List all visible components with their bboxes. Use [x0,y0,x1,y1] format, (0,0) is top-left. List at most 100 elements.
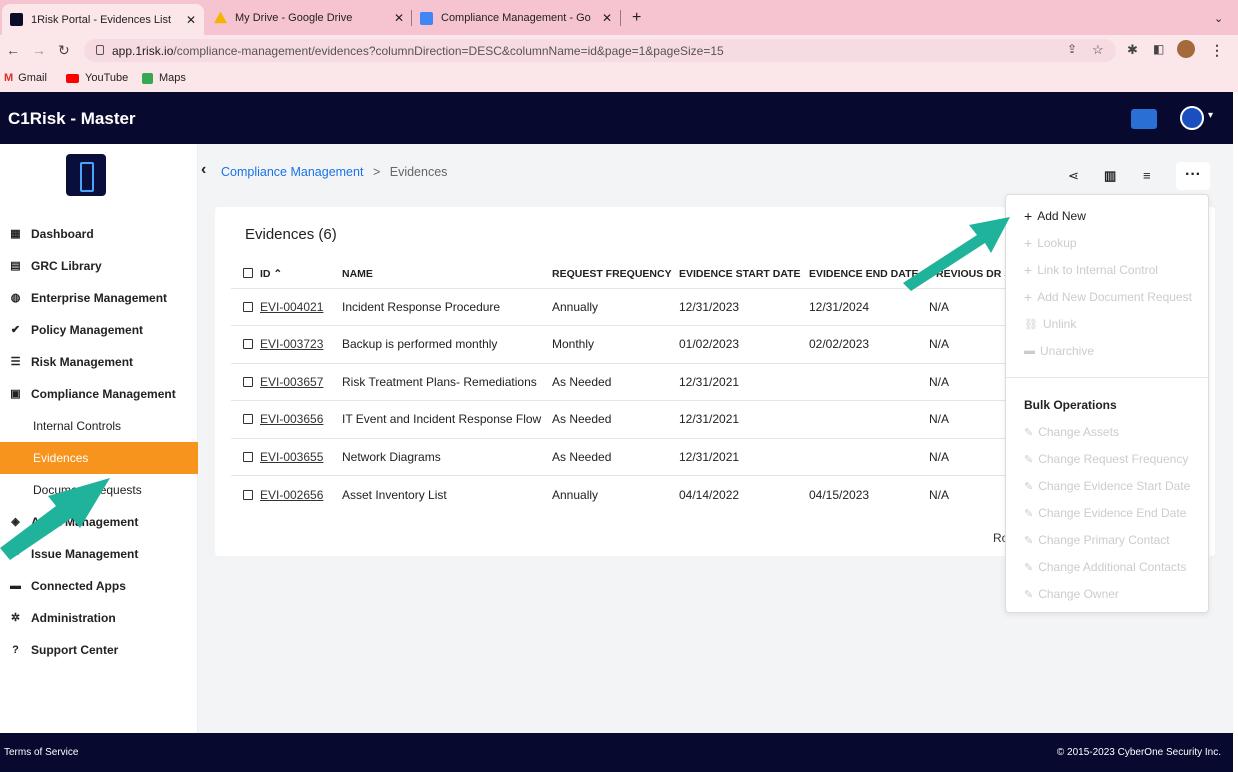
table-row[interactable]: EVI-003657 Risk Treatment Plans- Remediat… [231,362,1009,401]
evidence-id-link[interactable]: EVI-003656 [260,412,323,426]
copyright-text: © 2015-2023 CyberOne Security Inc. [1056,747,1221,758]
browser-tab-bar: 1Risk Portal - Evidences List ✕ My Drive… [0,0,1238,35]
folder-add-icon[interactable] [1131,109,1157,129]
collapse-sidebar-icon[interactable]: ‹ [201,161,206,179]
sidebar-item-connected-apps[interactable]: ▬ Connected Apps [0,570,198,602]
sidebar-item-grc-library[interactable]: ▤ GRC Library [0,250,198,282]
evidence-id-link[interactable]: EVI-002656 [260,488,323,502]
menu-item-add-new[interactable]: + Add New [1024,208,1086,224]
app-icon: ▬ [10,579,21,592]
menu-item-unlink[interactable]: ⛓ Unlink [1024,316,1076,332]
evidence-id-link[interactable]: EVI-003655 [260,450,323,464]
column-header-previous-dr-status[interactable]: PREVIOUS DR ST [929,260,1009,288]
reload-icon[interactable]: ↻ [58,42,70,59]
column-header-evidence-start-date[interactable]: EVIDENCE START DATE [679,260,809,288]
forward-icon[interactable]: → [32,42,46,58]
sidebar-subitem-internal-controls[interactable]: Internal Controls [0,410,198,442]
c1risk-logo [66,154,106,196]
folder-icon: ▬ [1024,345,1035,357]
table-row[interactable]: EVI-003655 Network Diagrams As Needed 12/31… [231,437,1009,476]
cell-end-date: 04/15/2023 [809,475,929,513]
menu-item-bulk-operation[interactable]: ✎ Change Assets [1024,424,1119,440]
menu-item-bulk-operation[interactable]: ✎ Change Owner [1024,586,1119,602]
columns-icon[interactable]: ▥ [1104,168,1116,184]
column-header-id[interactable]: ID ⌃ [231,260,342,288]
sidebar-item-label: Document Requests [33,483,142,497]
plus-icon: + [1024,262,1033,278]
sidebar-item-dashboard[interactable]: ▦ Dashboard [0,218,198,250]
evidence-id-link[interactable]: EVI-004021 [260,300,323,314]
bookmark-maps[interactable]: Maps [142,72,186,84]
close-tab-icon[interactable]: ✕ [186,13,196,27]
share-icon[interactable]: ⋖ [1068,168,1079,184]
sidebar-item-audit-management[interactable]: ◈ Audit Management [0,506,198,538]
extensions-icon[interactable]: ✱ [1127,42,1138,58]
evidence-id-link[interactable]: EVI-003723 [260,337,323,351]
filter-icon[interactable]: ≡ [1143,168,1151,183]
browser-menu-icon[interactable]: ⋮ [1210,42,1224,59]
menu-item-bulk-operation[interactable]: ✎ Change Request Frequency [1024,451,1188,467]
bookmark-star-icon[interactable]: ☆ [1092,42,1104,58]
user-avatar[interactable] [1180,106,1204,130]
app-header: C1Risk - Master [0,92,1233,144]
back-icon[interactable]: ← [6,42,20,58]
tab-google-drive[interactable]: My Drive - Google Drive ✕ [206,6,412,30]
tab-search-chevron-icon[interactable]: ⌄ [1206,6,1231,30]
share-page-icon[interactable]: ⇪ [1067,42,1077,56]
menu-item-bulk-operation[interactable]: ✎ Change Primary Contact [1024,532,1170,548]
table-row[interactable]: EVI-004021 Incident Response Procedure Ann… [231,287,1009,326]
table-row[interactable]: EVI-003723 Backup is performed monthly Mon… [231,325,1009,363]
sidebar-item-risk-management[interactable]: ☰ Risk Management [0,346,198,378]
sidebar-subitem-document-requests[interactable]: Document Requests [0,474,198,506]
url-path: /compliance-management/evidences?columnD… [173,43,724,58]
sidebar-subitem-evidences[interactable]: Evidences [0,442,198,474]
row-checkbox[interactable] [243,376,253,387]
close-tab-icon[interactable]: ✕ [602,11,612,25]
menu-item-bulk-operation[interactable]: ✎ Change Evidence End Date [1024,505,1186,521]
row-checkbox[interactable] [243,301,253,312]
more-options-button[interactable]: ··· [1176,162,1210,190]
column-header-name[interactable]: NAME [342,260,552,288]
sidebar-item-enterprise-management[interactable]: ◍ Enterprise Management [0,282,198,314]
select-all-checkbox[interactable] [243,267,253,278]
url-field[interactable]: app.1risk.io/compliance-management/evide… [84,39,1116,62]
user-menu-chevron-icon[interactable]: ▾ [1208,110,1213,121]
breadcrumb-link[interactable]: Compliance Management [221,165,363,179]
cell-name: Asset Inventory List [342,475,552,513]
row-checkbox[interactable] [243,451,253,462]
evidence-id-link[interactable]: EVI-003657 [260,375,323,389]
table-row[interactable]: EVI-002656 Asset Inventory List Annually 04… [231,475,1009,513]
edit-icon: ✎ [1024,561,1034,574]
row-checkbox[interactable] [243,414,253,425]
bookmark-youtube[interactable]: YouTube [66,72,128,84]
profile-avatar[interactable] [1177,40,1195,58]
cell-previous-dr-status: N/A [929,287,1009,326]
tab-compliance-docs[interactable]: Compliance Management - Go ✕ [412,6,620,30]
sidebar-item-policy-management[interactable]: ✔ Policy Management [0,314,198,346]
sidebar-item-administration[interactable]: ✲ Administration [0,602,198,634]
row-checkbox[interactable] [243,339,253,350]
sidebar-item-issue-management[interactable]: ⚑ Issue Management [0,538,198,570]
terms-of-service-link[interactable]: Terms of Service [4,747,78,758]
sidebar-item-label: Administration [31,611,116,625]
menu-item-link-internal-control[interactable]: + Link to Internal Control [1024,262,1158,278]
tab-evidences[interactable]: 1Risk Portal - Evidences List ✕ [2,4,204,35]
new-tab-icon[interactable]: + [624,6,649,30]
sidebar-item-support-center[interactable]: ? Support Center [0,634,198,666]
menu-item-bulk-operation[interactable]: ✎ Change Evidence Start Date [1024,478,1190,494]
close-tab-icon[interactable]: ✕ [394,11,404,25]
side-panel-icon[interactable]: ◧ [1153,42,1164,56]
menu-item-bulk-operation[interactable]: ✎ Change Additional Contacts [1024,559,1186,575]
row-checkbox[interactable] [243,489,253,500]
check-icon: ✔ [10,323,21,336]
sidebar-item-compliance-management[interactable]: ▣ Compliance Management [0,378,198,410]
column-header-evidence-end-date[interactable]: EVIDENCE END DATE [809,260,929,288]
column-header-request-frequency[interactable]: REQUEST FREQUENCY [552,260,679,288]
menu-item-add-document-request[interactable]: + Add New Document Request [1024,289,1192,305]
menu-item-unarchive[interactable]: ▬ Unarchive [1024,343,1094,359]
bookmark-gmail[interactable]: M Gmail [4,72,47,84]
menu-item-lookup[interactable]: + Lookup [1024,235,1077,251]
list-icon: ☰ [10,355,21,368]
cell-previous-dr-status: N/A [929,400,1009,438]
table-row[interactable]: EVI-003656 IT Event and Incident Response… [231,400,1009,438]
